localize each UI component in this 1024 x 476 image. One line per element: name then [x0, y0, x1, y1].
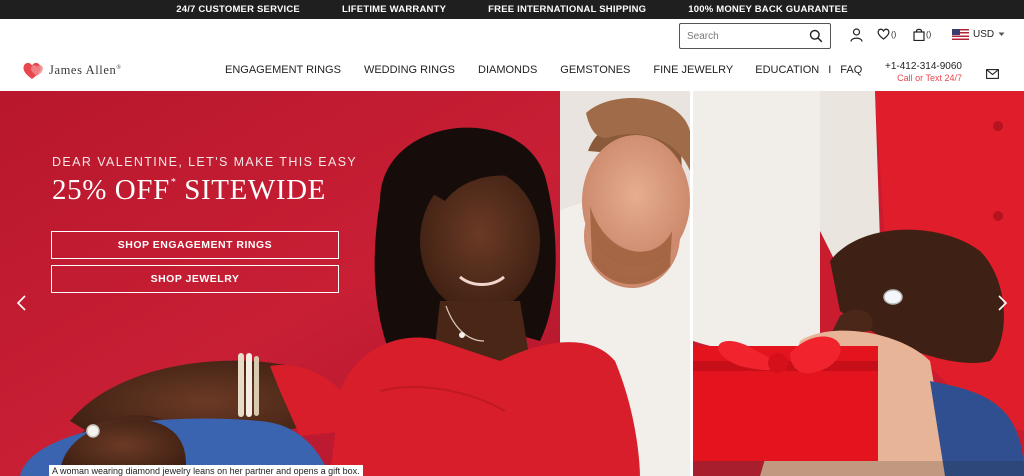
wishlist-count: () — [891, 29, 897, 39]
bag-icon — [913, 28, 925, 41]
main-header: James Allen® ENGAGEMENT RINGS WEDDING RI… — [0, 53, 1024, 91]
nav-wedding-rings[interactable]: WEDDING RINGS — [364, 64, 455, 76]
caret-down-icon — [998, 32, 1005, 36]
phone-number[interactable]: +1-412-314-9060 — [884, 61, 962, 72]
cart-count: () — [926, 30, 932, 39]
currency-selector[interactable]: USD — [952, 29, 1005, 40]
brand-name: James Allen® — [49, 63, 122, 77]
promo-lifetime-warranty: LIFETIME WARRANTY — [341, 4, 447, 15]
hero-image-caption: A woman wearing diamond jewelry leans on… — [49, 465, 363, 476]
search-box[interactable] — [679, 23, 831, 49]
cart-button[interactable]: () — [913, 28, 931, 41]
nav-education[interactable]: EDUCATION — [755, 64, 819, 76]
hero-eyebrow: DEAR VALENTINE, LET'S MAKE THIS EASY — [52, 155, 358, 169]
carousel-prev-icon[interactable] — [12, 291, 32, 315]
nav-engagement-rings[interactable]: ENGAGEMENT RINGS — [225, 64, 341, 76]
search-input[interactable] — [687, 30, 805, 42]
hero-headline: 25% OFF* SITEWIDE — [52, 174, 326, 206]
contact-block[interactable]: +1-412-314-9060 Call or Text 24/7 — [884, 61, 962, 83]
mail-icon[interactable] — [986, 66, 999, 84]
shop-jewelry-button[interactable]: SHOP JEWELRY — [51, 265, 339, 293]
promo-money-back: 100% MONEY BACK GUARANTEE — [688, 4, 848, 15]
hero-copy: DEAR VALENTINE, LET'S MAKE THIS EASY 25%… — [52, 155, 357, 207]
carousel-next-icon[interactable] — [992, 291, 1012, 315]
nav-diamonds[interactable]: DIAMONDS — [478, 64, 537, 76]
nav-fine-jewelry[interactable]: FINE JEWELRY — [653, 64, 733, 76]
shop-engagement-rings-button[interactable]: SHOP ENGAGEMENT RINGS — [51, 231, 339, 259]
contact-subtext: Call or Text 24/7 — [897, 73, 962, 83]
promo-customer-service: 24/7 CUSTOMER SERVICE — [176, 4, 300, 15]
brand-logo[interactable]: James Allen® — [22, 60, 122, 81]
utility-row: () () USD — [0, 19, 1024, 53]
nav-gemstones[interactable]: GEMSTONES — [560, 64, 630, 76]
promo-bar: 24/7 CUSTOMER SERVICE LIFETIME WARRANTY … — [0, 0, 1024, 19]
heart-icon — [877, 28, 890, 40]
us-flag-icon — [952, 29, 969, 40]
wishlist-button[interactable]: () — [877, 28, 896, 40]
promo-free-shipping: FREE INTERNATIONAL SHIPPING — [488, 4, 647, 15]
nav-faq[interactable]: FAQ — [840, 64, 862, 76]
hero-banner[interactable]: DEAR VALENTINE, LET'S MAKE THIS EASY 25%… — [0, 91, 1024, 476]
currency-label: USD — [973, 29, 995, 40]
primary-nav: ENGAGEMENT RINGS WEDDING RINGS DIAMONDS … — [225, 64, 862, 76]
search-icon[interactable] — [809, 29, 823, 48]
heart-logo-icon — [23, 62, 43, 79]
nav-separator: I — [828, 64, 832, 76]
account-icon[interactable] — [850, 28, 863, 42]
